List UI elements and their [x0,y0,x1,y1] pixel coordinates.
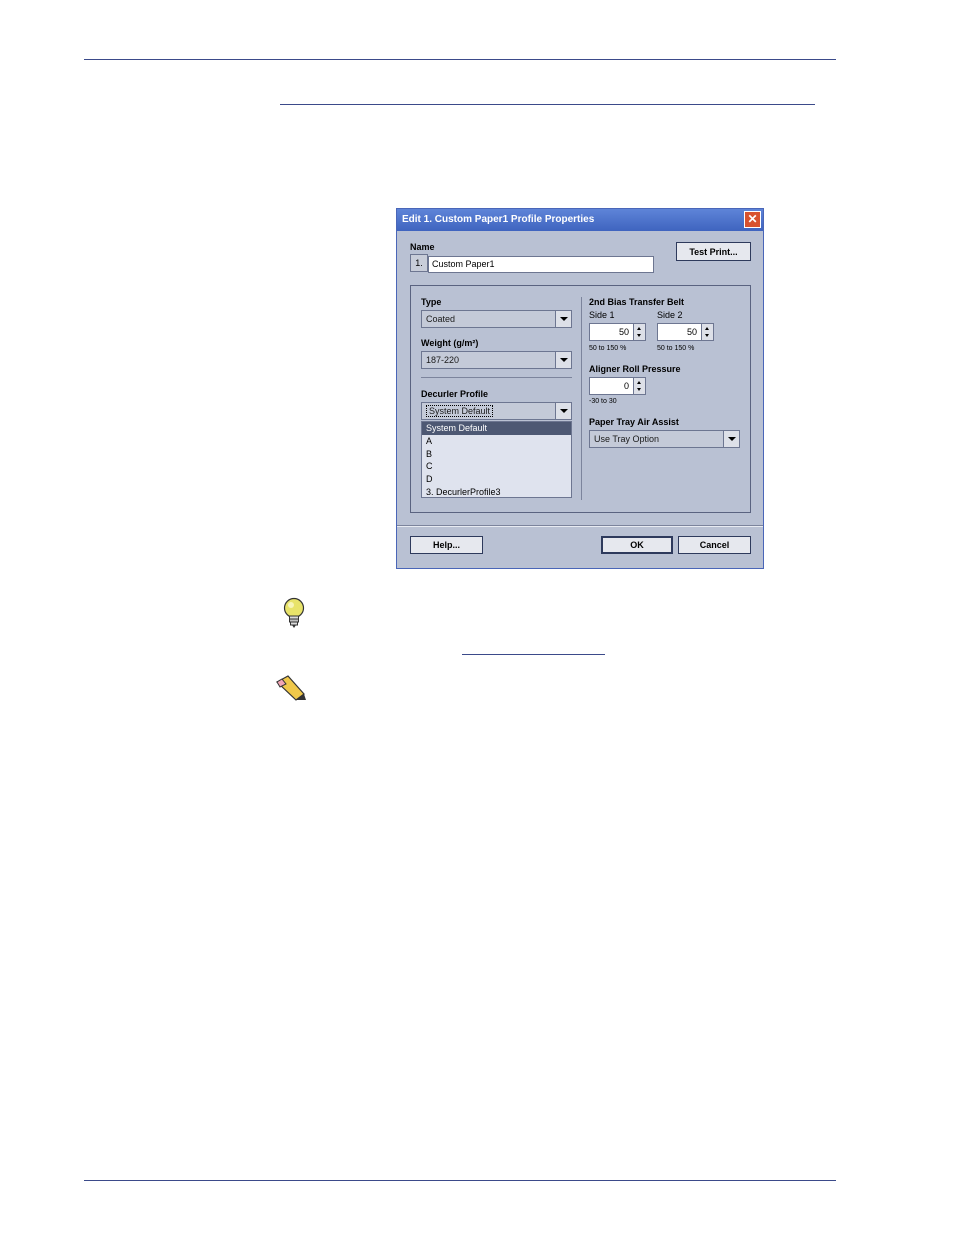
close-icon[interactable]: ✕ [744,211,761,228]
aligner-stepper[interactable]: 0 [589,377,646,395]
air-assist-dropdown[interactable]: Use Tray Option [589,430,740,448]
ok-button[interactable]: OK [601,536,673,554]
link-underline[interactable] [462,654,605,655]
decurler-option[interactable]: D [422,473,571,486]
decurler-label: Decurler Profile [421,389,489,399]
heading-rule [280,104,815,105]
spin-arrows-icon[interactable] [701,324,713,340]
type-value: Coated [426,314,456,324]
bias-belt-label: 2nd Bias Transfer Belt [589,297,685,307]
side2-stepper[interactable]: 50 [657,323,714,341]
side1-range: 50 to 150 % [589,345,627,352]
footer-rule [84,1180,836,1181]
name-label: Name [410,242,435,252]
side2-label: Side 2 [657,310,683,320]
weight-value: 187-220 [426,355,460,365]
lightbulb-icon [283,597,305,631]
side2-range: 50 to 150 % [657,345,695,352]
decurler-option[interactable]: B [422,448,571,461]
aligner-value: 0 [623,381,629,391]
side1-stepper[interactable]: 50 [589,323,646,341]
chevron-down-icon[interactable] [723,431,739,447]
side1-label: Side 1 [589,310,615,320]
dialog-title: Edit 1. Custom Paper1 Profile Properties [397,209,763,231]
chevron-down-icon[interactable] [555,403,571,419]
air-assist-value: Use Tray Option [594,434,660,444]
weight-dropdown[interactable]: 187-220 [421,351,572,369]
side2-value: 50 [686,327,697,337]
name-number: 1. [410,254,428,272]
aligner-range: -30 to 30 [589,398,617,405]
type-label: Type [421,297,442,307]
decurler-option[interactable]: 3. DecurlerProfile3 [422,486,571,499]
decurler-dropdown[interactable]: System Default [421,402,572,420]
help-button[interactable]: Help... [410,536,483,554]
type-dropdown[interactable]: Coated [421,310,572,328]
footer-separator-highlight [397,526,763,527]
decurler-options-list: System Default A B C D 3. DecurlerProfil… [421,421,572,498]
header-rule [84,59,836,60]
name-input[interactable]: Custom Paper1 [428,256,654,273]
spin-arrows-icon[interactable] [633,378,645,394]
decurler-value: System Default [426,405,494,417]
chevron-down-icon[interactable] [555,352,571,368]
chevron-down-icon[interactable] [555,311,571,327]
decurler-option[interactable]: System Default [422,422,571,435]
air-assist-label: Paper Tray Air Assist [589,417,679,427]
divider [421,377,572,378]
aligner-label: Aligner Roll Pressure [589,364,681,374]
side1-value: 50 [618,327,629,337]
column-divider [581,297,582,500]
pencil-note-icon [274,674,308,702]
decurler-option[interactable]: C [422,460,571,473]
cancel-button[interactable]: Cancel [678,536,751,554]
decurler-option[interactable]: A [422,435,571,448]
spin-arrows-icon[interactable] [633,324,645,340]
test-print-button[interactable]: Test Print... [676,242,751,261]
weight-label: Weight (g/m²) [421,338,479,348]
